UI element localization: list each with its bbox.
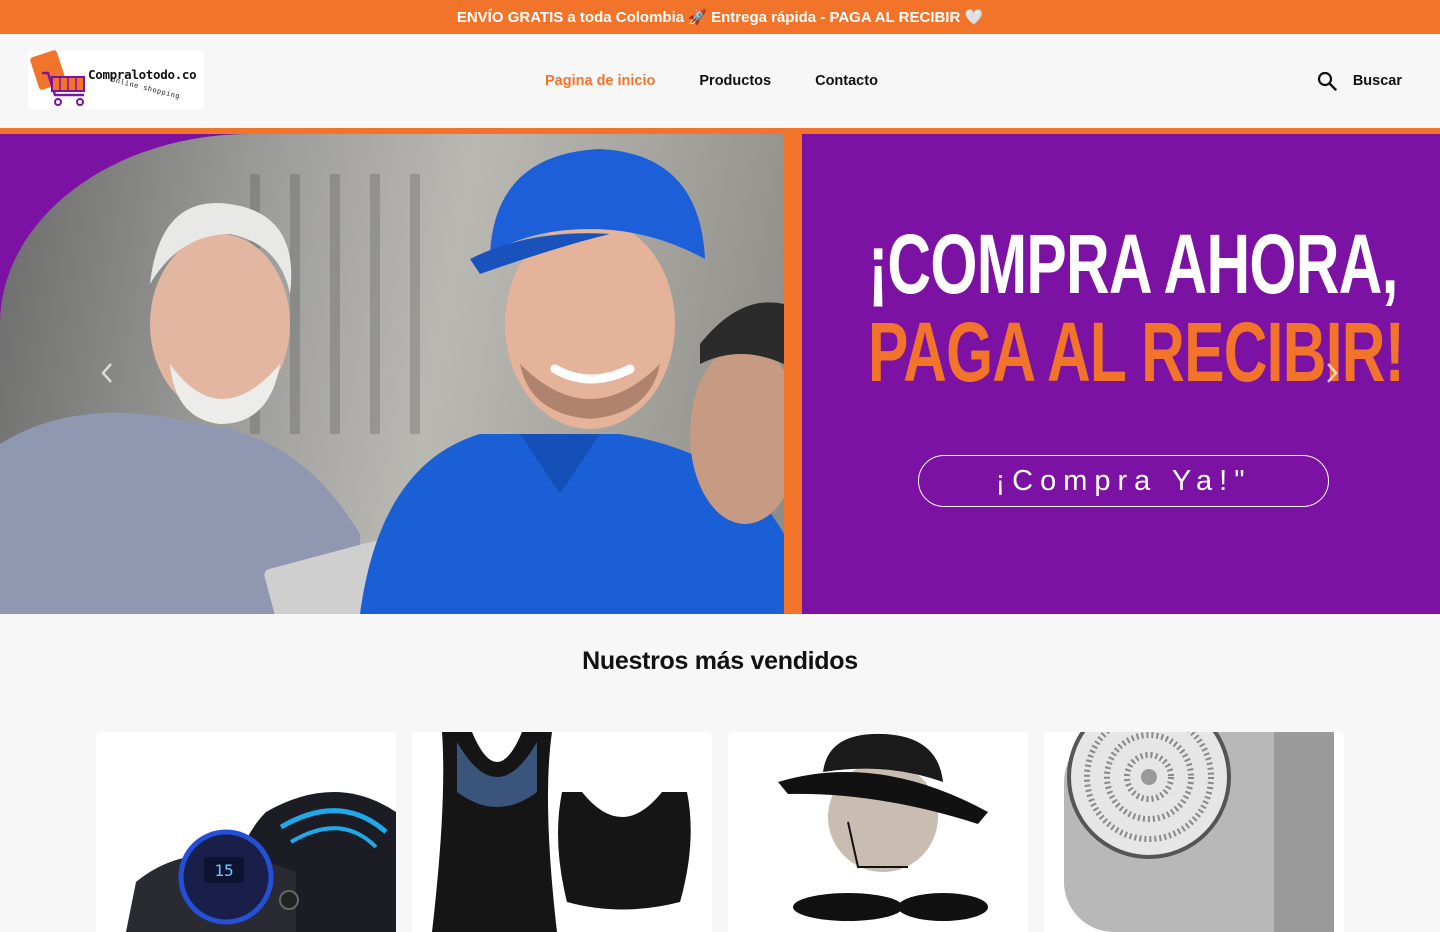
chevron-right-icon[interactable] — [1325, 362, 1345, 386]
logo-name: Compralotodo.co — [88, 66, 197, 82]
product-card-ems-massager[interactable]: 15 — [96, 732, 396, 932]
announcement-text: ENVÍO GRATIS a toda Colombia 🚀 Entrega r… — [456, 9, 984, 26]
hero-banner[interactable]: ¡COMPRA AHORA, PAGA AL RECIBIR! ¡Compra … — [0, 134, 1440, 614]
search-icon — [1317, 71, 1337, 91]
svg-text:15: 15 — [214, 861, 233, 880]
logo[interactable]: Compralotodo.co online shopping — [28, 49, 204, 109]
product-grid: 15 — [96, 732, 1344, 932]
main-nav: Pagina de inicio Productos Contacto — [523, 34, 900, 128]
search-button[interactable]: Buscar — [1317, 34, 1402, 128]
hero-stripe — [784, 134, 802, 614]
announcement-bar: ENVÍO GRATIS a toda Colombia 🚀 Entrega r… — [0, 0, 1440, 34]
site-header: Compralotodo.co online shopping Pagina d… — [0, 34, 1440, 128]
hero-headline-line1: ¡COMPRA AHORA, — [868, 217, 1398, 311]
nav-item-contact[interactable]: Contacto — [793, 73, 900, 89]
search-label: Buscar — [1352, 73, 1402, 89]
hero-headline-line2: PAGA AL RECIBIR! — [868, 305, 1405, 399]
product-image — [432, 732, 691, 932]
product-card-shaping-vest[interactable] — [412, 732, 712, 932]
nav-item-products[interactable]: Productos — [677, 73, 793, 89]
product-image: 15 — [126, 792, 396, 932]
chevron-left-icon[interactable] — [100, 362, 120, 386]
product-card-bucket-hat[interactable] — [728, 732, 1028, 932]
product-card-mini-shaver[interactable] — [1044, 732, 1344, 932]
bestsellers-title: Nuestros más vendidos — [582, 647, 858, 675]
product-image — [1064, 732, 1334, 932]
product-image — [778, 733, 988, 921]
cart-logo-icon — [28, 49, 90, 109]
hero-cta-button[interactable]: ¡Compra Ya!" — [918, 455, 1329, 507]
nav-item-home[interactable]: Pagina de inicio — [523, 73, 677, 89]
